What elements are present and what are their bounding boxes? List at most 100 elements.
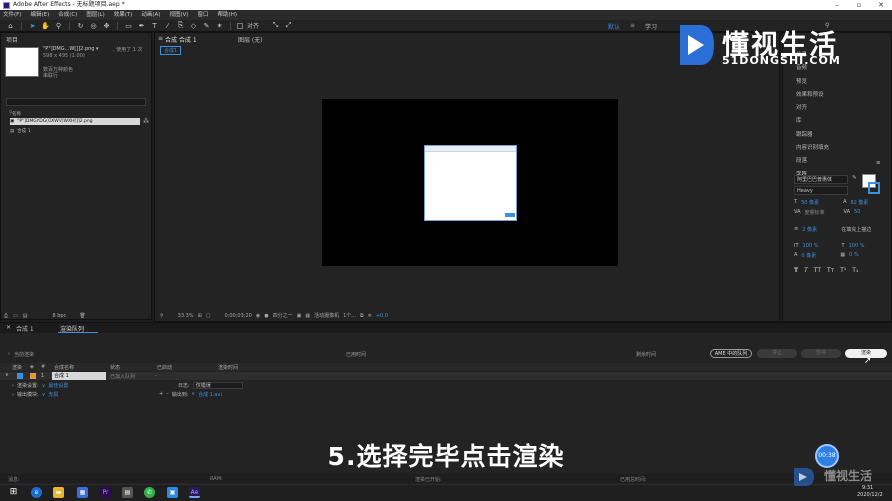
render-settings-value[interactable]: 最佳设置 bbox=[48, 382, 68, 389]
snap-option2-icon[interactable]: ⤢ bbox=[284, 21, 293, 30]
app-icon[interactable]: ▦ bbox=[77, 487, 88, 498]
menu-window[interactable]: 窗口 bbox=[198, 10, 209, 20]
channel-icon[interactable]: ● bbox=[264, 313, 268, 319]
queue-in-ame-button[interactable]: AME 中的队列 bbox=[710, 349, 752, 358]
snap-option-icon[interactable]: ⤡ bbox=[271, 21, 280, 30]
panel-library[interactable]: 库 bbox=[796, 116, 829, 124]
font-style-select[interactable]: Heavy bbox=[794, 186, 848, 195]
view-layout[interactable]: 1个... bbox=[343, 312, 356, 319]
faux-bold-button[interactable]: T bbox=[794, 267, 798, 274]
home-icon[interactable]: ⌂ bbox=[6, 21, 15, 30]
workspace-default[interactable]: 默认 bbox=[608, 22, 620, 31]
list-item[interactable]: ▤ 合成 1 bbox=[10, 128, 31, 135]
mask-icon[interactable]: ▢ bbox=[206, 313, 211, 319]
tab-composition[interactable]: 合成 合成 1 bbox=[165, 35, 197, 44]
file-explorer-icon[interactable]: ▬ bbox=[53, 487, 64, 498]
menu-layer[interactable]: 图层(L) bbox=[86, 10, 104, 20]
workspace-menu-icon[interactable]: ≡ bbox=[630, 22, 635, 29]
snapshot-icon[interactable]: ◉ bbox=[256, 313, 260, 319]
superscript-button[interactable]: T¹ bbox=[840, 267, 846, 274]
stop-button[interactable]: 停止 bbox=[757, 349, 797, 358]
character-menu-icon[interactable]: ≡ bbox=[876, 160, 881, 166]
menu-animation[interactable]: 动画(A) bbox=[141, 10, 160, 20]
comp-menu-icon[interactable]: ≡ bbox=[158, 35, 163, 42]
expand-output-module-icon[interactable]: › bbox=[12, 392, 14, 398]
label-color-swatch[interactable] bbox=[30, 373, 36, 379]
small-caps-button[interactable]: Tт bbox=[827, 267, 834, 274]
rotate-tool-icon[interactable]: ↻ bbox=[76, 21, 85, 30]
app-2-icon[interactable]: ▤ bbox=[122, 487, 133, 498]
close-button[interactable]: ✕ bbox=[870, 0, 892, 10]
list-item[interactable]: ▣ "P"]DMGYDG(OXWV)WXH[]]2.png bbox=[10, 118, 140, 125]
subscript-button[interactable]: T₁ bbox=[852, 267, 858, 274]
col-started[interactable]: 已启动 bbox=[157, 364, 172, 371]
footage-layer-image[interactable] bbox=[424, 145, 517, 221]
output-to-dropdown-icon[interactable]: ∨ bbox=[191, 391, 195, 398]
baseline-shift-value[interactable]: 0 像素 bbox=[801, 252, 836, 259]
faux-italic-button[interactable]: T bbox=[804, 267, 808, 274]
output-module-value[interactable]: 无损 bbox=[48, 391, 58, 398]
font-size-value[interactable]: 50 像素 bbox=[801, 199, 839, 206]
puppet-pin-icon[interactable]: ✶ bbox=[215, 21, 224, 30]
project-search-input[interactable]: ⚲ bbox=[6, 98, 146, 116]
exposure-value[interactable]: +0.0 bbox=[376, 313, 388, 319]
tab-layer[interactable]: 图层 (无) bbox=[238, 35, 263, 44]
workspace-learn[interactable]: 学习 bbox=[645, 22, 657, 31]
project-tab[interactable]: 项目 bbox=[6, 35, 18, 44]
horizontal-scale-value[interactable]: 100 % bbox=[849, 243, 865, 249]
app-3-icon[interactable]: ▣ bbox=[167, 487, 178, 498]
expand-current-render-icon[interactable]: › bbox=[8, 351, 10, 357]
snap-checkbox[interactable] bbox=[237, 22, 243, 29]
windows-start-icon[interactable]: ⊞ bbox=[8, 487, 19, 498]
table-row[interactable]: ∨ 1 合成 1 已加入队列 - bbox=[0, 372, 892, 380]
clone-tool-icon[interactable]: ⎘ bbox=[176, 21, 185, 30]
flowchart-icon[interactable]: ⁂ bbox=[143, 118, 149, 125]
premiere-icon[interactable]: Pr bbox=[100, 487, 111, 498]
timecode[interactable]: 0;00;03;20 bbox=[225, 313, 252, 319]
tracking-value[interactable]: 50 bbox=[854, 209, 860, 216]
log-select[interactable]: 仅错误 bbox=[192, 382, 243, 389]
zoom-level[interactable]: 33.3% bbox=[178, 313, 194, 319]
stroke-mode-select[interactable]: 在填充上描边 bbox=[841, 226, 871, 233]
stroke-width-value[interactable]: 2 像素 bbox=[802, 226, 837, 233]
comp-breadcrumb[interactable]: 合成1 bbox=[160, 46, 182, 55]
eraser-tool-icon[interactable]: ◇ bbox=[189, 21, 198, 30]
new-composition-icon[interactable]: ▤ bbox=[23, 313, 28, 319]
minimize-button[interactable]: – bbox=[826, 0, 848, 10]
menu-effect[interactable]: 效果(T) bbox=[114, 10, 133, 20]
col-render[interactable]: 渲染 bbox=[12, 364, 22, 371]
tsume-value[interactable]: 0 % bbox=[849, 252, 859, 259]
menu-edit[interactable]: 编辑(E) bbox=[30, 10, 49, 20]
panel-paragraph[interactable]: 段落 bbox=[796, 156, 829, 164]
stroke-color-swatch[interactable] bbox=[868, 182, 880, 194]
hand-tool-icon[interactable]: ✋ bbox=[41, 21, 50, 30]
pan-behind-tool-icon[interactable]: ✥ bbox=[102, 21, 111, 30]
pen-tool-icon[interactable]: ✒ bbox=[137, 21, 146, 30]
col-number[interactable]: # bbox=[41, 364, 45, 370]
interpret-footage-icon[interactable]: ⎙ bbox=[4, 313, 8, 319]
toggle-icon[interactable]: ⧉ bbox=[360, 313, 364, 319]
font-family-select[interactable]: 阿里巴巴普惠体 bbox=[794, 175, 848, 184]
menu-file[interactable]: 文件(F) bbox=[3, 10, 21, 20]
expand-render-settings-icon[interactable]: › bbox=[12, 383, 14, 389]
render-settings-dropdown-icon[interactable]: ∨ bbox=[42, 383, 46, 389]
output-to-value[interactable]: 合成 1.avi bbox=[198, 391, 222, 398]
panel-tracker[interactable]: 跟踪器 bbox=[796, 130, 829, 138]
type-tool-icon[interactable]: T bbox=[150, 21, 159, 30]
menu-composition[interactable]: 合成(C) bbox=[58, 10, 77, 20]
edge-browser-icon[interactable]: e bbox=[31, 487, 42, 498]
new-folder-icon[interactable]: ▭ bbox=[13, 313, 18, 319]
panel-preview[interactable]: 预览 bbox=[796, 77, 829, 85]
transparency-icon[interactable]: ▦ bbox=[305, 313, 310, 319]
vertical-scale-value[interactable]: 100 % bbox=[803, 243, 838, 249]
selection-tool-icon[interactable]: ➤ bbox=[28, 21, 37, 30]
pause-button[interactable]: 暂停 bbox=[801, 349, 841, 358]
col-comp-name[interactable]: 合成名称 bbox=[54, 364, 74, 371]
col-render-time[interactable]: 渲染时间 bbox=[218, 364, 238, 371]
panel-effects-presets[interactable]: 效果和预设 bbox=[796, 90, 829, 98]
expand-row-icon[interactable]: ∨ bbox=[5, 372, 9, 378]
all-caps-button[interactable]: TT bbox=[814, 267, 821, 274]
maximize-button[interactable]: ▫ bbox=[848, 0, 870, 10]
grid-icon[interactable]: ⊞ bbox=[198, 313, 202, 319]
magnify-icon[interactable]: ⚲ bbox=[160, 313, 164, 319]
